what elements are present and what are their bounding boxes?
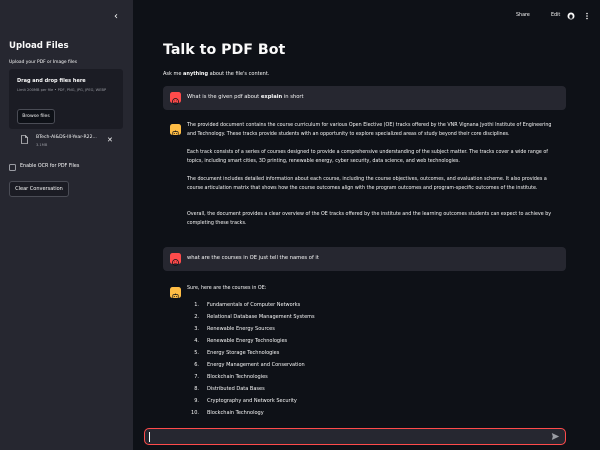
bot-avatar-icon <box>170 124 181 137</box>
course-name: Energy Management and Conservation <box>207 362 305 368</box>
course-name: Blockchain Technologies <box>207 374 268 380</box>
dropzone-title: Drag and drop files here <box>17 78 86 84</box>
list-item: 10. Blockchain Technology <box>191 410 264 416</box>
top-toolbar: Share Edit <box>133 0 600 34</box>
browse-files-button[interactable]: Browse files <box>17 109 55 124</box>
bot-intro: Sure, here are the courses in OE: <box>187 286 267 291</box>
q1-bold: explain <box>260 94 283 100</box>
send-icon[interactable] <box>551 432 560 441</box>
user-avatar-icon <box>170 253 181 266</box>
bot-paragraph: The provided document contains the cours… <box>187 123 552 137</box>
bot-paragraph: Overall, the document provides a clear o… <box>187 212 552 226</box>
edit-button[interactable]: Edit <box>551 13 560 18</box>
file-name: BTech-AI&DS-III-Year-R22... <box>36 135 97 140</box>
file-icon <box>21 135 28 144</box>
chevron-left-icon[interactable]: ‹ <box>110 11 122 23</box>
chat-input[interactable] <box>144 428 566 445</box>
course-name: Energy Storage Technologies <box>207 350 280 356</box>
file-dropzone[interactable]: Drag and drop files here Limit 200MB per… <box>9 69 123 129</box>
uploaded-file: BTech-AI&DS-III-Year-R22... 3.1MB ✕ <box>9 131 123 153</box>
github-icon[interactable] <box>567 12 575 20</box>
bot-message: The provided document contains the cours… <box>163 120 566 240</box>
robot-icon <box>172 293 179 300</box>
clear-conversation-button[interactable]: Clear Conversation <box>9 181 69 197</box>
bot-paragraph: Each track consists of a series of cours… <box>187 150 549 164</box>
dropzone-hint: Limit 200MB per file • PDF, PNG, JPG, JP… <box>17 88 107 92</box>
list-item: 9. Cryptography and Network Security <box>194 398 297 404</box>
course-name: Distributed Data Bases <box>207 386 265 392</box>
list-item: 7. Blockchain Technologies <box>194 374 268 380</box>
file-size: 3.1MB <box>36 143 48 147</box>
share-button[interactable]: Share <box>516 13 530 18</box>
course-name: Renewable Energy Sources <box>207 326 275 332</box>
text-caret <box>149 432 150 442</box>
course-name: Fundamentals of Computer Networks <box>207 302 301 308</box>
ocr-checkbox[interactable] <box>9 164 16 171</box>
sidebar-title: Upload Files <box>9 41 69 51</box>
list-item: 5. Energy Storage Technologies <box>194 350 280 356</box>
user-avatar-icon <box>170 92 181 105</box>
course-name: Renewable Energy Technologies <box>207 338 288 344</box>
list-item: 6. Energy Management and Conservation <box>194 362 305 368</box>
user-message: what are the courses in OE just tell the… <box>163 247 566 271</box>
smile-icon <box>172 259 179 266</box>
course-name: Blockchain Technology <box>207 410 264 416</box>
more-vertical-icon[interactable] <box>583 12 591 20</box>
caption-prefix: Ask me <box>163 71 184 77</box>
list-item: 3. Renewable Energy Sources <box>194 326 275 332</box>
page-title: Talk to PDF Bot <box>163 42 286 58</box>
caption-bold: anything <box>183 71 209 77</box>
bot-paragraph: The document includes detailed informati… <box>187 177 547 191</box>
course-name: Relational Database Management Systems <box>207 314 315 320</box>
sidebar: ‹ Upload Files Upload your PDF or Image … <box>0 0 133 450</box>
page-caption: Ask me anything about the file's content… <box>163 71 269 77</box>
user-message-text: What is the given pdf about explain in s… <box>187 94 304 100</box>
q1-suffix: in short <box>282 94 304 100</box>
course-name: Cryptography and Network Security <box>207 398 297 404</box>
list-item: 4. Renewable Energy Technologies <box>194 338 288 344</box>
bot-message: Sure, here are the courses in OE: 1. Fund… <box>163 283 566 418</box>
list-item: 8. Distributed Data Bases <box>194 386 265 392</box>
smile-icon <box>172 98 179 105</box>
list-item: 1. Fundamentals of Computer Networks <box>194 302 301 308</box>
q1-prefix: What is the given pdf about <box>187 94 261 100</box>
bot-avatar-icon <box>170 287 181 300</box>
list-item: 2. Relational Database Management Systems <box>194 314 315 320</box>
close-icon[interactable]: ✕ <box>107 136 113 144</box>
ocr-label: Enable OCR for PDF Files <box>20 164 80 169</box>
uploader-label: Upload your PDF or Image files <box>9 60 78 65</box>
caption-suffix: about the file's content. <box>208 71 270 77</box>
robot-icon <box>172 130 179 137</box>
user-message-text: what are the courses in OE just tell the… <box>187 255 319 261</box>
user-message: What is the given pdf about explain in s… <box>163 86 566 110</box>
